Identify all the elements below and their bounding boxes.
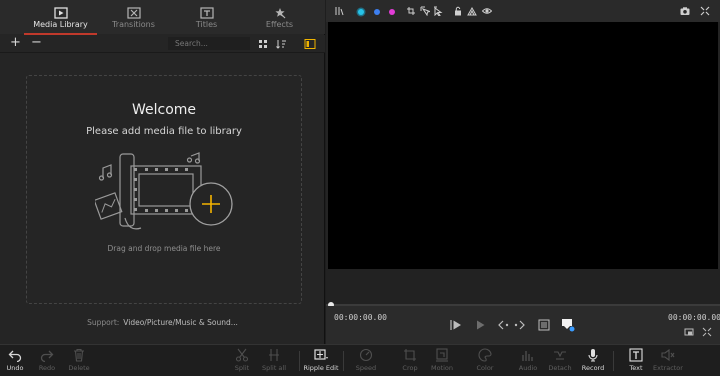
crop-icon: [404, 349, 416, 361]
add-media-button[interactable]: +: [10, 36, 21, 50]
delete-icon: [74, 348, 84, 362]
picture-in-picture-icon[interactable]: [684, 327, 694, 337]
delete-button[interactable]: Delete: [59, 348, 99, 372]
color-button[interactable]: Color: [465, 348, 505, 372]
record-button[interactable]: Record: [573, 348, 613, 372]
next-marker-icon[interactable]: [513, 319, 525, 331]
toolbar-divider: [613, 351, 614, 371]
export-frame-icon[interactable]: [561, 318, 575, 332]
toolbar-label: Delete: [68, 364, 90, 372]
welcome-subtitle: Please add media file to library: [86, 126, 242, 137]
media-tabs: Media Library Transitions Titles Effects: [0, 0, 325, 35]
support-value: Video/Picture/Music & Sound...: [123, 318, 238, 327]
fullscreen-icon[interactable]: [700, 6, 710, 16]
toolbar-label: Extractor: [653, 364, 683, 372]
tab-media-library[interactable]: Media Library: [24, 0, 97, 35]
ripple-edit-button[interactable]: Ripple Edit: [300, 348, 342, 372]
motion-button[interactable]: Motion: [422, 348, 462, 372]
tab-effects[interactable]: Effects: [243, 0, 316, 34]
current-time: 00:00:00.00: [334, 313, 387, 322]
toolbar-label: Color: [476, 364, 494, 372]
expand-icon[interactable]: [702, 327, 712, 337]
volume-icon[interactable]: [467, 6, 477, 16]
sort-icon[interactable]: [275, 38, 287, 50]
snapshot-icon[interactable]: [680, 6, 690, 16]
undo-icon: [8, 350, 22, 362]
play-icon[interactable]: [450, 319, 462, 331]
transform-select-icon[interactable]: [420, 6, 430, 16]
record-icon: [588, 349, 598, 362]
pointer-select-icon[interactable]: [433, 6, 443, 16]
crop-select-icon[interactable]: [406, 6, 416, 16]
media-panel: Media Library Transitions Titles Effects…: [0, 0, 325, 344]
toolbar-label: Motion: [430, 364, 454, 372]
motion-icon: [436, 348, 448, 362]
tab-label: Effects: [265, 20, 294, 29]
ripple-edit-icon: [314, 349, 328, 360]
player-toolbar: [326, 0, 720, 22]
media-import-illustration-icon: [95, 152, 233, 230]
tab-transitions[interactable]: Transitions: [97, 0, 170, 34]
toolbar-label: Speed: [355, 364, 377, 372]
speed-button[interactable]: Speed: [346, 348, 386, 372]
media-search-input[interactable]: [168, 37, 250, 50]
toolbar-label: Ripple Edit: [303, 364, 339, 372]
split-icon: [235, 348, 249, 362]
titles-icon: [199, 7, 214, 19]
split-all-button[interactable]: Split all: [254, 348, 294, 372]
remove-media-button[interactable]: −: [31, 36, 42, 50]
extractor-icon: [661, 348, 675, 362]
split-all-icon: [269, 349, 279, 361]
tab-label: Transitions: [112, 20, 155, 29]
video-editor-window: Media Library Transitions Titles Effects…: [0, 0, 720, 376]
toolbar-label: Record: [581, 364, 605, 372]
welcome-title: Welcome: [131, 102, 197, 118]
redo-icon: [40, 350, 54, 362]
media-drop-zone[interactable]: Welcome Please add media file to library: [26, 75, 302, 304]
total-time: 00:00:00.00: [668, 313, 720, 322]
grid-view-icon[interactable]: [257, 38, 269, 50]
playback-controls: 00:00:00.00 00:00:00.00: [326, 306, 720, 344]
tab-label: Titles: [195, 20, 218, 29]
cyan-marker-icon[interactable]: [358, 9, 364, 15]
tab-titles[interactable]: Titles: [170, 0, 243, 34]
media-subtoolbar: + −: [0, 35, 325, 53]
aspect-ratio-icon[interactable]: [538, 319, 550, 331]
support-formats: Support: Video/Picture/Music & Sound...: [0, 318, 325, 327]
previous-marker-icon[interactable]: [498, 319, 510, 331]
eye-icon[interactable]: [482, 6, 492, 16]
play-next-frame-icon[interactable]: [474, 319, 486, 331]
speed-icon: [359, 348, 373, 362]
effects-icon: [274, 8, 285, 19]
blue-marker-icon[interactable]: [374, 9, 380, 15]
compare-icon[interactable]: [334, 6, 344, 16]
toolbar-label: Split all: [261, 364, 287, 372]
media-library-icon: [53, 7, 68, 19]
drag-drop-hint: Drag and drop media file here: [107, 244, 221, 253]
extractor-button[interactable]: Extractor: [648, 348, 688, 372]
tab-label: Media Library: [33, 20, 88, 29]
edit-toolbar: Undo Redo Delete Split Split all Ripple …: [0, 344, 720, 376]
detach-icon: [554, 351, 566, 360]
audio-icon: [522, 351, 533, 361]
lock-icon[interactable]: [453, 6, 463, 16]
player-panel: 00:00:00.00 00:00:00.00: [326, 0, 720, 344]
video-preview[interactable]: [328, 22, 718, 269]
panel-toggle-icon[interactable]: [304, 38, 316, 50]
support-label: Support:: [87, 318, 120, 327]
toolbar-divider: [343, 351, 344, 371]
transitions-icon: [126, 7, 141, 19]
preview-padding: [326, 269, 720, 305]
text-icon: [629, 348, 643, 362]
color-icon: [478, 348, 492, 362]
magenta-marker-icon[interactable]: [389, 9, 395, 15]
